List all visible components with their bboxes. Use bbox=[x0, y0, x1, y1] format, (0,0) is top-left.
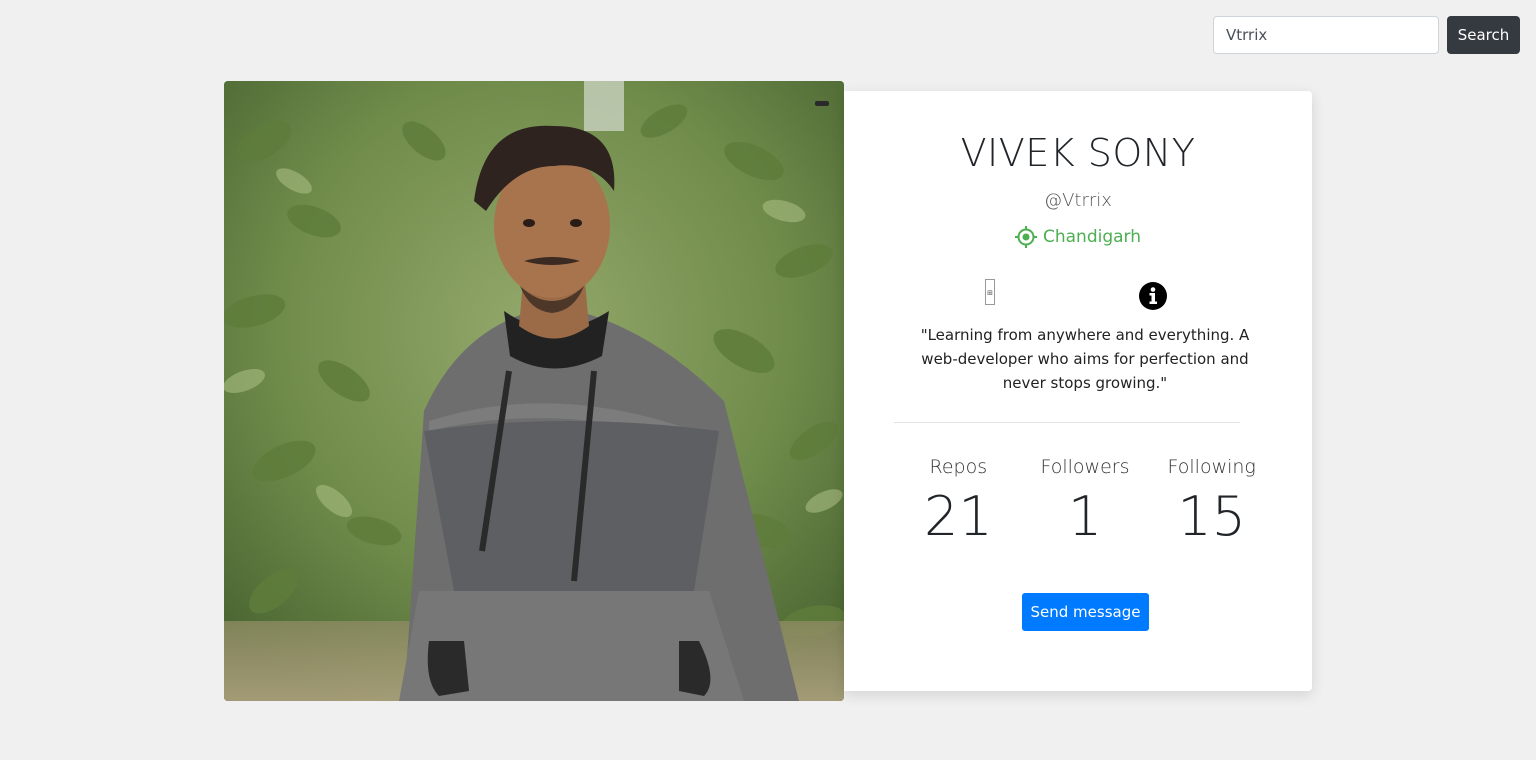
profile-handle: @Vtrrix bbox=[1044, 190, 1112, 211]
send-message-button[interactable]: Send message bbox=[1022, 593, 1149, 631]
info-circle-icon[interactable] bbox=[1139, 282, 1167, 310]
stat-label: Following bbox=[1167, 456, 1256, 478]
stat-value: 15 bbox=[1177, 485, 1247, 548]
stat-label: Followers bbox=[1040, 456, 1130, 478]
profile-photo bbox=[224, 81, 844, 701]
profile-location: Chandigarh bbox=[844, 226, 1312, 248]
profile-photo-illustration bbox=[224, 81, 844, 701]
profile-card: VIVEK SONY @Vtrrix Chandigarh ⊞ "Learnin… bbox=[844, 91, 1312, 691]
profile-name: VIVEK SONY bbox=[960, 131, 1196, 175]
location-target-icon bbox=[1014, 226, 1037, 248]
stat-value: 21 bbox=[923, 485, 993, 548]
search-input[interactable] bbox=[1213, 16, 1439, 54]
stat-following: Following 15 bbox=[1148, 456, 1275, 544]
divider bbox=[894, 422, 1240, 423]
stat-repos: Repos 21 bbox=[895, 456, 1022, 544]
location-label: Chandigarh bbox=[1042, 227, 1142, 247]
stat-followers: Followers 1 bbox=[1022, 456, 1149, 544]
stat-value: 1 bbox=[1067, 485, 1103, 548]
icons-row: ⊞ bbox=[844, 279, 1312, 310]
stats-row: Repos 21 Followers 1 Following 15 bbox=[895, 456, 1275, 544]
search-bar: Search bbox=[1213, 16, 1520, 54]
stat-label: Repos bbox=[929, 456, 988, 478]
broken-image-icon: ⊞ bbox=[985, 279, 995, 305]
minimize-icon[interactable] bbox=[815, 101, 829, 106]
search-button[interactable]: Search bbox=[1447, 16, 1520, 54]
profile-bio: "Learning from anywhere and everything. … bbox=[920, 326, 1250, 392]
